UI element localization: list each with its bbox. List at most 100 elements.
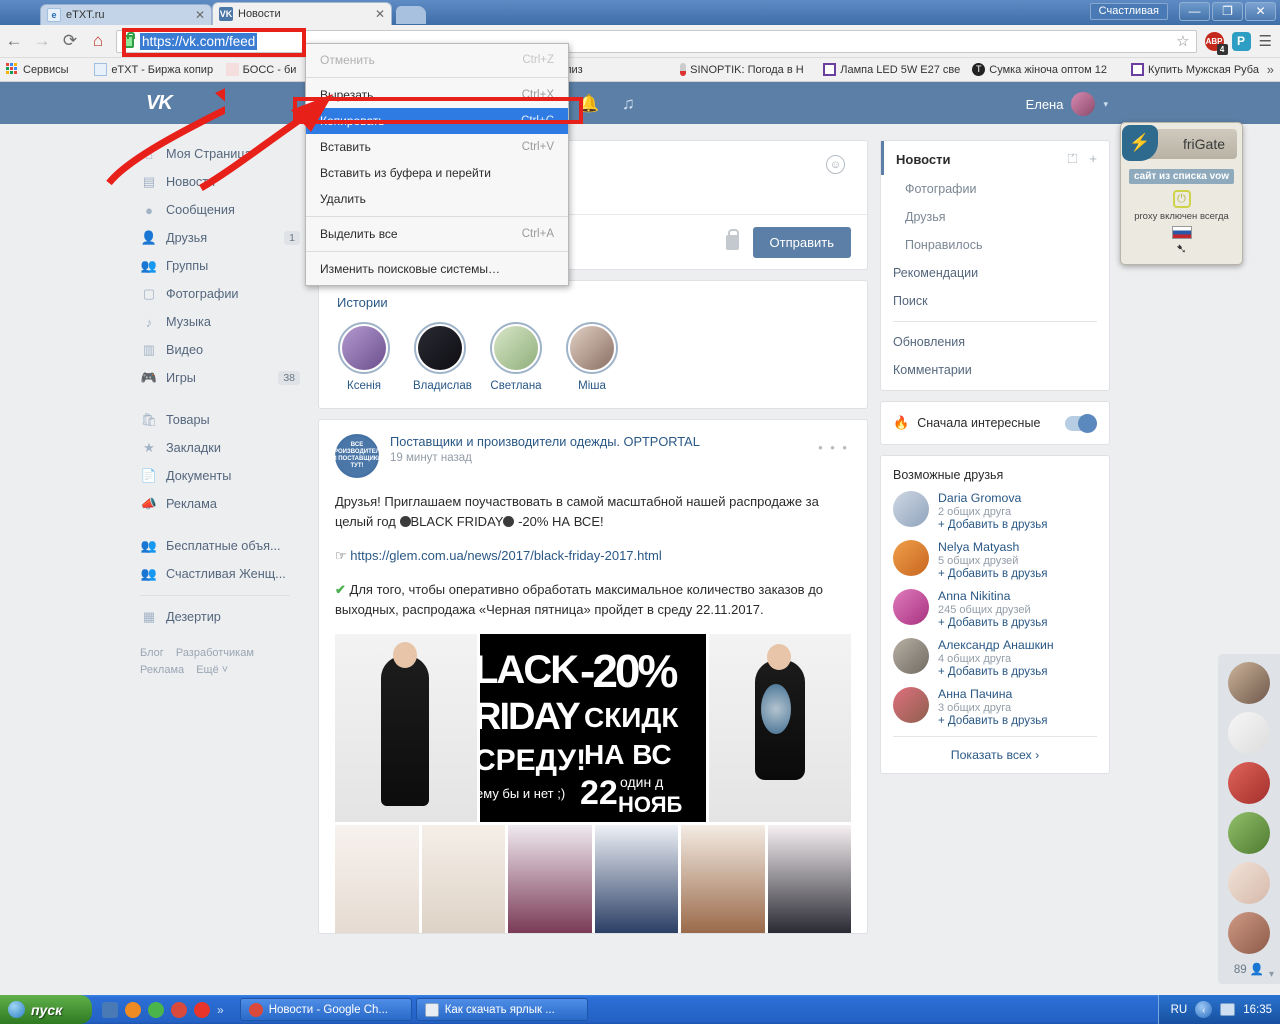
avatar[interactable] (1228, 762, 1270, 804)
context-menu-item-cut[interactable]: Вырезать Ctrl+X (306, 82, 568, 108)
add-friend-button[interactable]: + Добавить в друзья (938, 617, 1047, 629)
post-image-9[interactable] (767, 825, 851, 933)
post-author[interactable]: Поставщики и производители одежды. OPTPO… (390, 434, 700, 449)
sidebar-item-video[interactable]: ▥ Видео (140, 336, 310, 364)
show-desktop-icon[interactable] (102, 1001, 118, 1018)
sidebar-item-groups[interactable]: 👥 Группы (140, 252, 310, 280)
story-item[interactable]: Ксенія (337, 322, 391, 392)
sidebar-item-goods[interactable]: 🛍 Товары (140, 406, 310, 434)
sidebar-item-games[interactable]: 🎮 Игры 38 (140, 364, 310, 392)
language-indicator[interactable]: RU (1171, 1004, 1188, 1016)
clock[interactable]: 16:35 (1243, 1004, 1272, 1016)
story-item[interactable]: Міша (565, 322, 619, 392)
post-image-5[interactable] (421, 825, 505, 933)
avatar[interactable] (1228, 712, 1270, 754)
footer-link-more[interactable]: Ещё ˅ (196, 664, 228, 676)
post-image-4[interactable] (335, 825, 419, 933)
bookmark-star-icon[interactable]: ☆ (1176, 32, 1189, 50)
footer-link-blog[interactable]: Блог (140, 647, 164, 659)
minimize-button[interactable]: — (1179, 2, 1210, 21)
context-menu-item-paste[interactable]: Вставить Ctrl+V (306, 134, 568, 160)
add-friend-button[interactable]: + Добавить в друзья (938, 715, 1047, 727)
footer-link-ads[interactable]: Реклама (140, 664, 184, 676)
sidebar-item-documents[interactable]: 📄 Документы (140, 462, 310, 490)
sidebar-item-photos[interactable]: ▢ Фотографии (140, 280, 310, 308)
bookmark-sumka[interactable]: T Сумка жіноча оптом 12 (972, 63, 1119, 76)
plus-icon[interactable]: + (1089, 151, 1097, 167)
story-item[interactable]: Светлана (489, 322, 543, 392)
bookmarks-overflow-icon[interactable]: » (1267, 62, 1274, 77)
avatar[interactable] (893, 540, 929, 576)
taskbar-item-chrome[interactable]: Новости - Google Ch... (239, 998, 412, 1021)
sidebar-item-messages[interactable]: ● Сообщения (140, 196, 310, 224)
bell-icon[interactable]: 🔔 (578, 94, 599, 114)
post-link[interactable]: https://glem.com.ua/news/2017/black-frid… (350, 548, 661, 563)
restore-button[interactable]: ❐ (1212, 2, 1243, 21)
friend-name[interactable]: Daria Gromova (938, 491, 1047, 505)
news-item-search[interactable]: Поиск (881, 287, 1109, 315)
context-menu-item-undo[interactable]: Отменить Ctrl+Z (306, 47, 568, 73)
power-icon[interactable]: ⏻ (1172, 190, 1191, 208)
sidebar-item-bookmarks[interactable]: ★ Закладки (140, 434, 310, 462)
sidebar-item-dezertir[interactable]: ▦ Дезертир (140, 603, 310, 631)
bookmark-boss[interactable]: БОСС - би (225, 63, 310, 76)
start-button[interactable]: пуск (0, 995, 92, 1024)
smiley-icon[interactable]: ☺ (826, 155, 845, 174)
avatar[interactable] (1228, 812, 1270, 854)
sidebar-item-friends[interactable]: 👤 Друзья 1 (140, 224, 310, 252)
filter-icon[interactable]: ⏍ (1068, 151, 1078, 167)
close-icon[interactable]: ✕ (187, 8, 205, 22)
close-button[interactable]: ✕ (1245, 2, 1276, 21)
new-tab-button[interactable] (396, 6, 426, 24)
avatar[interactable] (1228, 912, 1270, 954)
yandex-icon[interactable] (194, 1001, 210, 1018)
forward-button[interactable]: → (28, 31, 56, 51)
chrome-menu-icon[interactable]: ☰ (1259, 32, 1272, 50)
friend-name[interactable]: Anna Nikitina (938, 589, 1047, 603)
reload-button[interactable]: ⟳ (56, 31, 84, 51)
post-image-3[interactable] (709, 634, 851, 822)
bookmark-lampa[interactable]: Лампа LED 5W E27 све (823, 63, 960, 76)
news-subitem-liked[interactable]: Понравилось (881, 231, 1109, 259)
friend-name[interactable]: Александр Анашкин (938, 638, 1054, 652)
friend-name[interactable]: Nelya Matyash (938, 540, 1047, 554)
home-button[interactable]: ⌂ (84, 31, 112, 51)
bookmark-sinoptik[interactable]: SINOPTIK: Погода в Н (680, 63, 811, 76)
adblock-plus-icon[interactable]: ABP (1204, 31, 1228, 55)
address-bar[interactable]: https://vk.com/feed ☆ (116, 29, 1197, 53)
avatar[interactable] (893, 491, 929, 527)
interesting-first-toggle[interactable] (1065, 413, 1097, 433)
send-button[interactable]: Отправить (752, 226, 851, 258)
add-friend-button[interactable]: + Добавить в друзья (938, 666, 1054, 678)
music-icon[interactable]: ♫ (622, 94, 635, 114)
story-item[interactable]: Владислав (413, 322, 472, 392)
back-button[interactable]: ← (0, 31, 28, 51)
post-image-1[interactable] (335, 634, 477, 822)
add-friend-button[interactable]: + Добавить в друзья (938, 568, 1047, 580)
avatar[interactable] (1228, 662, 1270, 704)
utorrent-icon[interactable] (148, 1001, 164, 1018)
chrome-icon[interactable] (171, 1001, 187, 1018)
taskbar-item-word[interactable]: Как скачать ярлык ... (415, 998, 588, 1021)
post-image-8[interactable] (681, 825, 765, 933)
context-menu-item-edit-search-engines[interactable]: Изменить поисковые системы… (306, 256, 568, 282)
context-menu-item-paste-and-go[interactable]: Вставить из буфера и перейти (306, 160, 568, 186)
post-image-7[interactable] (594, 825, 678, 933)
show-all-button[interactable]: Показать всех › (893, 736, 1097, 773)
browser-tab-etxt[interactable]: e eTXT.ru ✕ (40, 4, 212, 25)
add-friend-button[interactable]: + Добавить в друзья (938, 519, 1047, 531)
url-text[interactable]: https://vk.com/feed (140, 32, 258, 50)
news-subitem-photos[interactable]: Фотографии (881, 175, 1109, 203)
privacy-lock-icon[interactable] (725, 228, 739, 250)
close-icon[interactable]: ✕ (367, 7, 385, 21)
post-image-2-banner[interactable]: LACK -20% RIDAY СКИДК СРЕДУ! НА ВС ему б… (480, 634, 706, 822)
context-menu-item-copy[interactable]: Копировать Ctrl+C (306, 108, 568, 134)
bookmark-rubashka[interactable]: Купить Мужская Руба (1131, 63, 1268, 76)
bookmark-servisy[interactable]: Сервисы (6, 63, 82, 76)
frigate-popup[interactable]: ⚡ friGate сайт из списка vow ⏻ proxy вкл… (1120, 122, 1243, 265)
sidebar-item-free-ads[interactable]: 👥 Бесплатные объя... (140, 532, 310, 560)
post-more-icon[interactable]: • • • (818, 440, 849, 455)
avatar[interactable] (893, 589, 929, 625)
news-item-comments[interactable]: Комментарии (881, 356, 1109, 384)
chevron-down-icon[interactable]: ▾ (1269, 969, 1274, 980)
